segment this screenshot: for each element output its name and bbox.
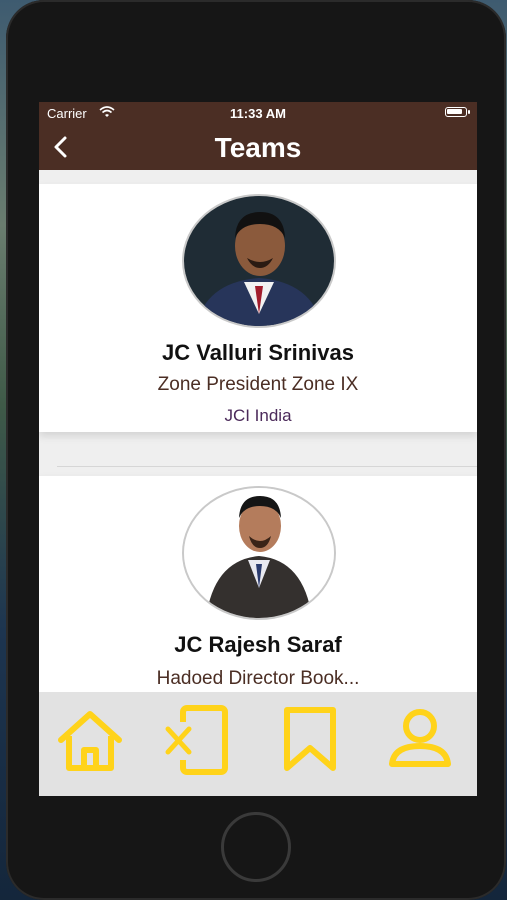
device-home-button[interactable]: [221, 812, 291, 882]
member-role: Hadoed Director Book...: [156, 668, 360, 689]
member-name: JC Valluri Srinivas: [162, 340, 354, 365]
phone-cancel-icon[interactable]: [163, 702, 237, 776]
status-time: 11:33 AM: [230, 106, 286, 121]
member-name: JC Rajesh Saraf: [174, 632, 342, 657]
bookmark-icon[interactable]: [273, 702, 347, 776]
app-screen: Carrier 11:33 AM Teams JC Valluri Sriniv…: [39, 102, 477, 796]
divider: [57, 466, 477, 467]
member-role: Zone President Zone IX: [157, 374, 359, 395]
tab-bar: [39, 692, 477, 796]
battery-icon: [445, 107, 470, 117]
person-photo: [184, 488, 334, 618]
status-bar: Carrier 11:33 AM: [39, 102, 477, 124]
avatar: [182, 486, 336, 620]
profile-icon[interactable]: [383, 702, 457, 776]
team-member-card[interactable]: JC Valluri Srinivas Zone President Zone …: [39, 184, 477, 432]
nav-bar: Teams: [39, 124, 477, 170]
home-icon[interactable]: [53, 702, 127, 776]
person-photo: [184, 196, 334, 326]
avatar: [182, 194, 336, 328]
team-member-card[interactable]: JC Rajesh Saraf Hadoed Director Book...: [39, 476, 477, 692]
team-list[interactable]: JC Valluri Srinivas Zone President Zone …: [39, 170, 477, 692]
member-organization: JCI India: [224, 406, 292, 425]
page-title: Teams: [214, 132, 302, 163]
